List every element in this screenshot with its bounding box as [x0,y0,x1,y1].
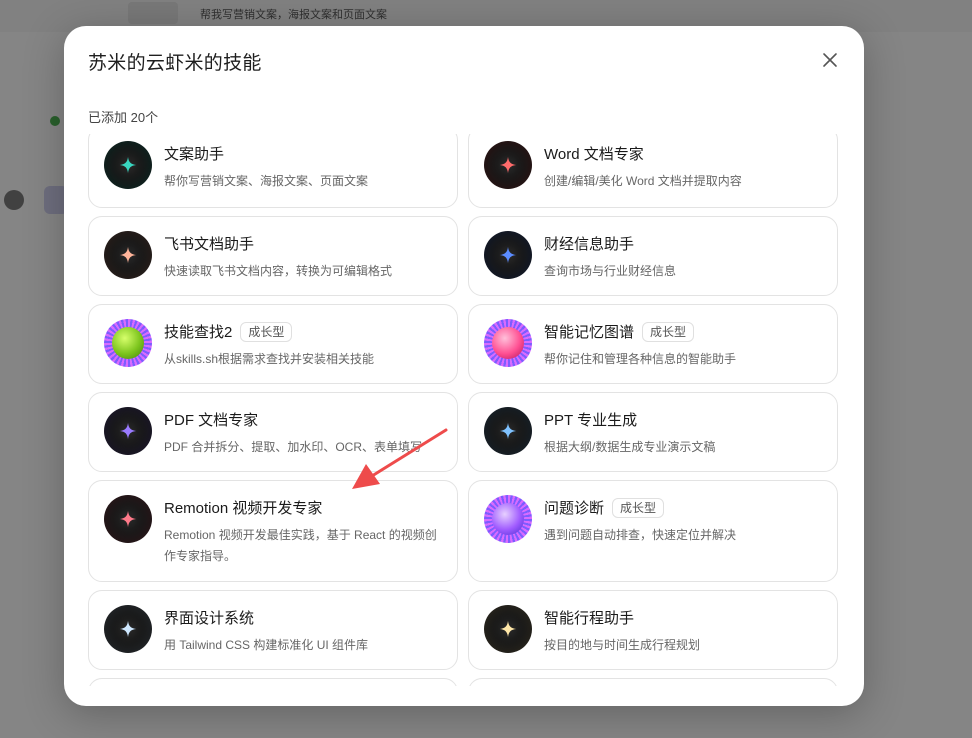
skills-dialog: 苏米的云虾米的技能 已添加 20个 文案助手 帮你写营销文案、海报文案、页面文案 W… [64,26,864,706]
skill-card[interactable]: 财经信息助手查询市场与行业财经信息 [468,216,838,296]
sparkle-red-icon [484,141,532,189]
sparkle-blue-icon [484,231,532,279]
skill-card[interactable]: 飞书文档助手快速读取飞书文档内容，转换为可编辑格式 [88,216,458,296]
skill-name: 技能查找2 成长型 [164,321,293,342]
skill-card[interactable]: 智能技能调用成长型 [88,678,458,686]
skill-description: 创建/编辑/美化 Word 文档并提取内容 [544,174,742,188]
skill-card[interactable]: PPT 专业生成根据大纲/数据生成专业演示文稿 [468,392,838,472]
skill-name: 智能行程助手 [544,607,634,628]
skill-name: Word 文档专家 [544,143,644,164]
skill-card[interactable]: 界面设计系统用 Tailwind CSS 构建标准化 UI 组件库 [88,590,458,670]
skill-description: 根据大纲/数据生成专业演示文稿 [544,440,716,454]
spiral-sphere-icon [484,495,532,543]
skill-name: PPT 专业生成 [544,409,637,430]
skill-description: PDF 合并拆分、提取、加水印、OCR、表单填写 [164,440,423,454]
skill-description: 用 Tailwind CSS 构建标准化 UI 组件库 [164,638,369,652]
skill-description: 遇到问题自动排查，快速定位并解决 [544,528,737,542]
skill-name-text: 问题诊断 [544,500,605,517]
skill-description: 按目的地与时间生成行程规划 [544,638,701,652]
pink-sphere-icon [484,319,532,367]
skill-description: Remotion 视频开发最佳实践，基于 React 的视频创作专家指导。 [164,528,437,563]
skill-name-text: 飞书文档助手 [164,236,255,253]
skill-name-text: 文案助手 [164,146,225,163]
growth-badge: 成长型 [612,497,665,518]
skill-name-text: PPT 专业生成 [544,412,638,429]
skill-name: 文案助手 [164,143,224,164]
skill-card[interactable]: 智能行程助手按目的地与时间生成行程规划 [468,590,838,670]
close-button[interactable] [818,48,842,72]
skill-name: 飞书文档助手 [164,233,254,254]
sparkle-coral-icon [104,495,152,543]
sparkle-purple-icon [104,407,152,455]
green-sphere-icon [104,319,152,367]
skill-card[interactable]: 文案助手帮你写营销文案、海报文案、页面文案 [88,134,458,208]
dialog-title: 苏米的云虾米的技能 [88,53,262,74]
skill-name-text: PDF 文档专家 [164,412,259,429]
skill-card[interactable]: Remotion 视频开发专家 Remotion 视频开发最佳实践，基于 Reac… [88,480,458,582]
skill-description: 帮你写营销文案、海报文案、页面文案 [164,174,369,188]
close-icon [823,53,837,67]
skill-name-text: Word 文档专家 [544,146,644,163]
skill-description: 快速读取飞书文档内容，转换为可编辑格式 [164,264,393,278]
skill-name-text: 智能记忆图谱 [544,324,635,341]
sparkle-teal-icon [104,141,152,189]
skills-list[interactable]: 文案助手 帮你写营销文案、海报文案、页面文案 Word 文档专家 创建/编辑/美化 W… [88,134,840,686]
skill-name-text: Remotion 视频开发专家 [164,500,323,517]
skill-card[interactable]: Word 文档专家创建/编辑/美化 Word 文档并提取内容 [468,134,838,208]
skill-name: 问题诊断 成长型 [544,497,665,518]
skill-name-text: 财经信息助手 [544,236,635,253]
skill-description: 帮你记住和管理各种信息的智能助手 [544,352,737,366]
skill-card[interactable]: 技能查找2 成长型从skills.sh根据需求查找并安装相关技能 [88,304,458,384]
skill-card[interactable]: PDF 文档专家 PDF 合并拆分、提取、加水印、OCR、表单填写 [88,392,458,472]
growth-badge: 成长型 [240,321,293,342]
skill-name: PDF 文档专家 [164,409,258,430]
skill-card[interactable]: 智能记忆图谱 成长型帮你记住和管理各种信息的智能助手 [468,304,838,384]
skill-card[interactable]: Excel 表格专家 [468,678,838,686]
skill-name: 财经信息助手 [544,233,634,254]
sparkle-lightblue-icon [484,407,532,455]
sparkle-gold-icon [484,605,532,653]
skill-name-text: 界面设计系统 [164,610,255,627]
sparkle-ice-icon [104,605,152,653]
growth-badge: 成长型 [642,321,695,342]
skill-name-text: 技能查找2 [164,324,233,341]
skill-description: 查询市场与行业财经信息 [544,264,677,278]
sparkle-peach-icon [104,231,152,279]
skill-card[interactable]: 问题诊断 成长型遇到问题自动排查，快速定位并解决 [468,480,838,582]
skill-name: 智能记忆图谱 成长型 [544,321,695,342]
skill-name: 界面设计系统 [164,607,254,628]
skill-name: Remotion 视频开发专家 [164,497,322,518]
skill-count-label: 已添加 20个 [88,110,159,125]
skill-name-text: 智能行程助手 [544,610,635,627]
skill-description: 从skills.sh根据需求查找并安装相关技能 [164,352,375,366]
